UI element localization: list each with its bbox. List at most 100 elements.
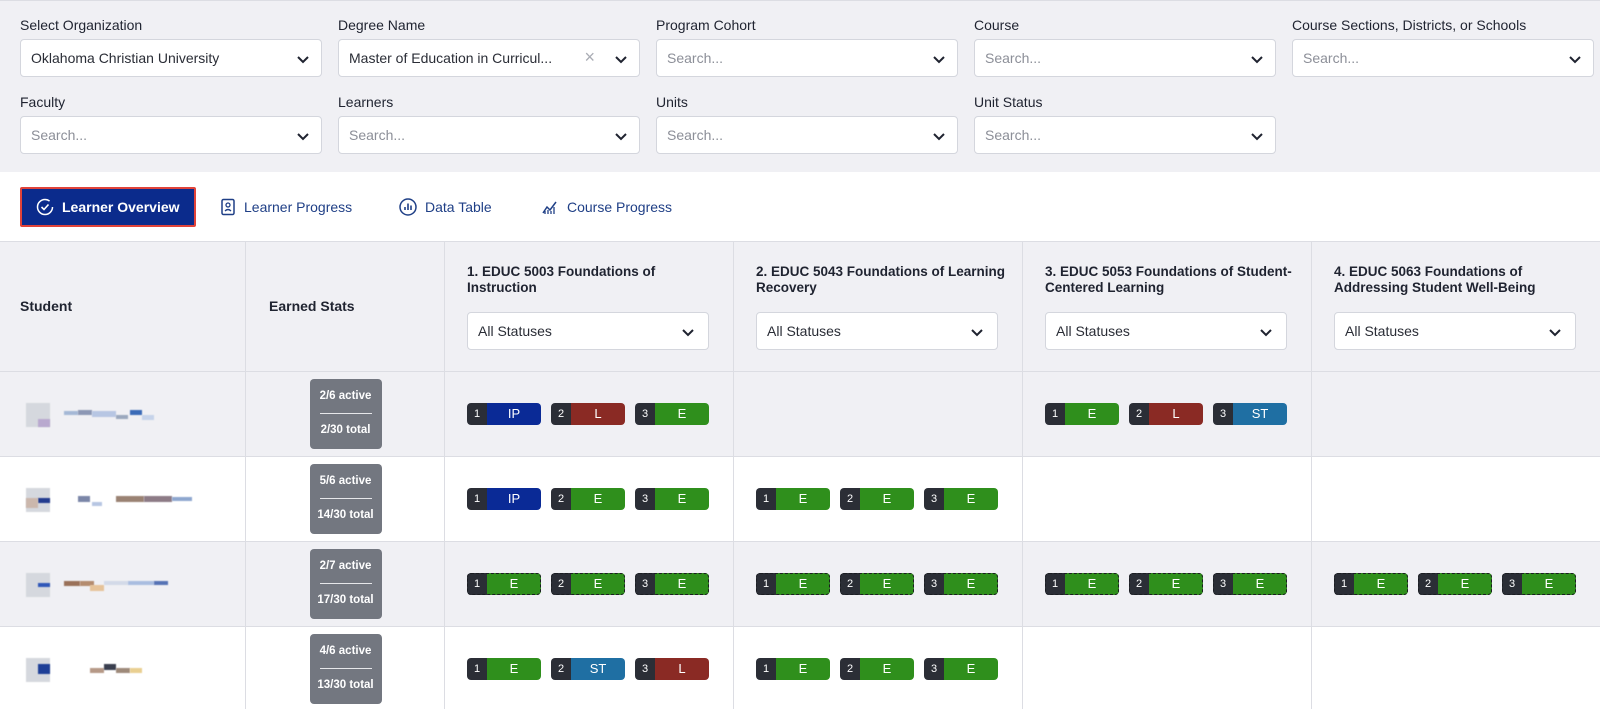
unit-status-badge[interactable]: 3E: [635, 403, 709, 425]
select-value: All Statuses: [1345, 323, 1419, 339]
unit-status-badge[interactable]: 3E: [635, 573, 709, 595]
unit-number: 3: [635, 403, 655, 425]
unit-status-badge[interactable]: 1E: [1045, 403, 1119, 425]
unit-status-badge[interactable]: 1E: [1334, 573, 1408, 595]
course-cell-1: 1 IP 2 L 3 E: [445, 372, 734, 457]
degree-name-select[interactable]: Master of Education in Curricul... ×: [338, 39, 640, 77]
unit-status-badge[interactable]: 1E: [756, 488, 830, 510]
chevron-down-icon: [1251, 133, 1263, 141]
table-row: 4/6 active 13/30 total 1 E 2 ST 3 L 1 E 2 E 3 E: [0, 627, 1600, 709]
faculty-select[interactable]: Search...: [20, 116, 322, 154]
student-cell[interactable]: [0, 627, 246, 709]
unit-status-badge[interactable]: 3 ST: [1213, 403, 1287, 425]
tab-label: Learner Overview: [62, 199, 180, 215]
unit-status-badge[interactable]: 3E: [635, 488, 709, 510]
unit-status-badge[interactable]: 2E: [840, 488, 914, 510]
unit-number: 2: [1418, 573, 1438, 595]
unit-number: 3: [635, 573, 655, 595]
student-cell[interactable]: [0, 542, 246, 627]
units-select[interactable]: Search...: [656, 116, 958, 154]
earned-stats-cell: 5/6 active 14/30 total: [246, 457, 445, 542]
unit-status-badge[interactable]: 1E: [1045, 573, 1119, 595]
redacted-student-name: [78, 496, 90, 502]
chevron-down-icon: [1549, 329, 1561, 337]
redacted-student-name: [130, 668, 142, 673]
program-cohort-select[interactable]: Search...: [656, 39, 958, 77]
chevron-down-icon: [297, 133, 309, 141]
course-title: 3. EDUC 5053 Foundations of Student-Cent…: [1045, 264, 1292, 295]
total-count: 2/30 total: [320, 424, 371, 436]
unit-status-badge[interactable]: 1 IP: [467, 488, 541, 510]
unit-status-badge[interactable]: 2E: [1418, 573, 1492, 595]
unit-status-badge[interactable]: 2L: [1129, 403, 1203, 425]
unit-status-badge[interactable]: 2E: [551, 573, 625, 595]
unit-status-badge[interactable]: 2E: [551, 488, 625, 510]
unit-number: 1: [467, 573, 487, 595]
organization-select[interactable]: Oklahoma Christian University: [20, 39, 322, 77]
unit-status-badge[interactable]: 3E: [924, 573, 998, 595]
course-sections-select[interactable]: Search...: [1292, 39, 1594, 77]
course-cell-1: 1E 2E 3E: [445, 542, 734, 627]
unit-status-badge[interactable]: 1E: [756, 573, 830, 595]
redacted-student-name: [92, 411, 116, 417]
earned-stats-cell: 2/6 active 2/30 total: [246, 372, 445, 457]
unit-status-badge[interactable]: 2E: [1129, 573, 1203, 595]
status-filter-select[interactable]: All Statuses: [1334, 312, 1576, 350]
select-placeholder: Search...: [985, 127, 1042, 143]
redacted-student-name: [116, 496, 144, 502]
course-cell-4: [1312, 457, 1600, 542]
clear-icon[interactable]: ×: [584, 47, 595, 68]
chevron-down-icon: [933, 133, 945, 141]
unit-number: 2: [551, 403, 571, 425]
status-filter-select[interactable]: All Statuses: [756, 312, 998, 350]
redacted-student-name: [38, 583, 50, 587]
unit-status-badge[interactable]: 2E: [840, 658, 914, 680]
tab-course-progress[interactable]: Course Progress: [541, 187, 672, 227]
unit-number: 1: [756, 658, 776, 680]
unit-number: 1: [467, 658, 487, 680]
redacted-student-name: [64, 411, 78, 415]
chevron-down-icon: [297, 56, 309, 64]
tab-learner-overview[interactable]: Learner Overview: [20, 187, 196, 227]
header-course-4: 4. EDUC 5063 Foundations of Addressing S…: [1312, 242, 1600, 372]
learners-select[interactable]: Search...: [338, 116, 640, 154]
unit-status-badge[interactable]: 1E: [756, 658, 830, 680]
student-cell[interactable]: [0, 457, 246, 542]
unit-status-badge[interactable]: 3E: [1502, 573, 1576, 595]
redacted-student-name: [128, 581, 154, 585]
course-title: 4. EDUC 5063 Foundations of Addressing S…: [1334, 264, 1536, 295]
select-placeholder: Search...: [349, 127, 406, 143]
unit-number: 2: [840, 573, 860, 595]
unit-status-badge[interactable]: 3E: [1213, 573, 1287, 595]
table-row: 5/6 active 14/30 total 1 IP 2 E 3 E 1 E 2 E 3 E: [0, 457, 1600, 542]
unit-status-badge[interactable]: 1E: [467, 658, 541, 680]
chevron-down-icon: [1260, 329, 1272, 337]
redacted-student-name: [26, 498, 38, 508]
active-count: 5/6 active: [319, 475, 372, 487]
unit-status-badge[interactable]: 1 IP: [467, 403, 541, 425]
chevron-down-icon: [615, 56, 627, 64]
unit-status-badge[interactable]: 2L: [551, 403, 625, 425]
course-select[interactable]: Search...: [974, 39, 1276, 77]
tab-data-table[interactable]: Data Table: [399, 187, 492, 227]
course-cell-3: [1023, 627, 1312, 709]
unit-number: 3: [924, 573, 944, 595]
status-filter-select[interactable]: All Statuses: [467, 312, 709, 350]
student-cell[interactable]: [0, 372, 246, 457]
filter-label: Course Sections, Districts, or Schools: [1292, 17, 1527, 33]
unit-status-badge[interactable]: 2E: [840, 573, 914, 595]
course-cell-3: [1023, 457, 1312, 542]
unit-status-badge[interactable]: 3L: [635, 658, 709, 680]
redacted-student-name: [92, 502, 102, 506]
unit-status-badge[interactable]: 1E: [467, 573, 541, 595]
redacted-student-name: [130, 410, 142, 415]
status-filter-select[interactable]: All Statuses: [1045, 312, 1287, 350]
tab-learner-progress[interactable]: Learner Progress: [220, 187, 352, 227]
unit-status-select[interactable]: Search...: [974, 116, 1276, 154]
unit-number: 2: [840, 488, 860, 510]
unit-status-badge[interactable]: 2 ST: [551, 658, 625, 680]
unit-status-badge[interactable]: 3E: [924, 658, 998, 680]
course-cell-2: [734, 372, 1023, 457]
line-chart-icon: [542, 201, 557, 214]
unit-status-badge[interactable]: 3E: [924, 488, 998, 510]
